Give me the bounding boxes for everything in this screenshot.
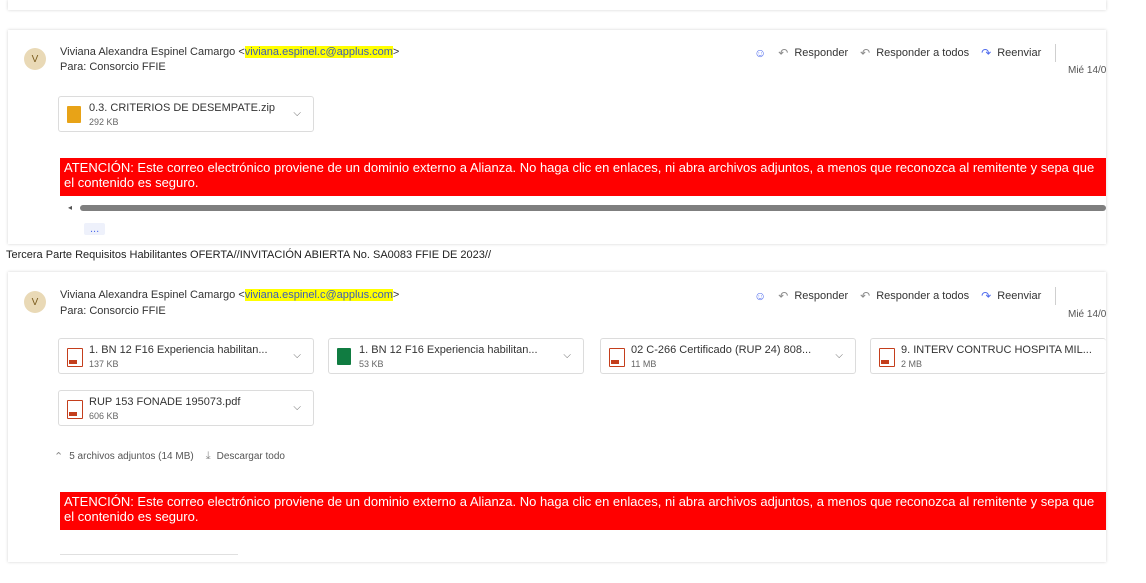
emoji-reaction-icon[interactable]: ☺ (754, 46, 766, 60)
sender-email[interactable]: viviana.espinel.c@applus.com (244, 289, 393, 301)
pdf-file-icon (67, 400, 83, 419)
attachment-size: 137 KB (89, 359, 119, 369)
attachment-size: 53 KB (359, 359, 384, 369)
toolbar-divider (1055, 287, 1057, 305)
sender-name: Viviana Alexandra Espinel Camargo < (60, 46, 245, 58)
reply-icon: ↶ (778, 289, 789, 303)
attachment-size: 2 MB (901, 359, 923, 369)
attachment-name: RUP 153 FONADE 195073.pdf (89, 396, 241, 408)
sender[interactable]: Viviana Alexandra Espinel Camargo <vivia… (60, 289, 399, 301)
chevron-down-icon[interactable]: ⌵ (835, 350, 843, 361)
reply-icon: ↶ (778, 46, 789, 60)
message-actions: ☺ ↶ Responder ↶ Responder a todos ↷ Reenvia… (754, 44, 1057, 62)
reply-all-label: Responder a todos (876, 290, 970, 302)
message-date: Mié 14/0 (1068, 309, 1107, 320)
attachment-name: 0.3. CRITERIOS DE DESEMPATE.zip (89, 102, 276, 114)
external-sender-warning: ATENCIÓN: Este correo electrónico provie… (60, 492, 1106, 530)
reply-button[interactable]: ↶ Responder (778, 289, 848, 303)
recipient: Para: Consorcio FFIE (60, 305, 166, 317)
email-message-1: V Viviana Alexandra Espinel Camargo <viv… (8, 30, 1106, 244)
reply-all-label: Responder a todos (876, 47, 970, 59)
reply-label: Responder (794, 47, 849, 59)
zip-file-icon (67, 106, 81, 123)
download-icon: ⤓ (205, 450, 211, 462)
attachment-name: 02 C-266 Certificado (RUP 24) 808... (631, 344, 812, 356)
forward-icon: ↷ (981, 46, 992, 60)
attachment-card[interactable]: 0.3. CRITERIOS DE DESEMPATE.zip 292 KB ⌵ (58, 96, 314, 132)
sender[interactable]: Viviana Alexandra Espinel Camargo <vivia… (60, 46, 399, 58)
attachment-card[interactable]: 02 C-266 Certificado (RUP 24) 808... 11 … (600, 338, 856, 374)
attachment-name: 9. INTERV CONTRUC HOSPITA MIL... (901, 344, 1092, 356)
excel-file-icon (337, 348, 351, 365)
reply-all-button[interactable]: ↶ Responder a todos (860, 46, 969, 60)
pdf-file-icon (609, 348, 625, 367)
conversation-subject: Tercera Parte Requisitos Habilitantes OF… (6, 249, 492, 261)
sender-name: Viviana Alexandra Espinel Camargo < (60, 289, 245, 301)
reply-button[interactable]: ↶ Responder (778, 46, 848, 60)
attachments-summary: ⌃ 5 archivos adjuntos (14 MB) ⤓ Descarga… (54, 450, 285, 463)
attachments-count[interactable]: 5 archivos adjuntos (14 MB) (69, 451, 194, 462)
attachment-card[interactable]: 9. INTERV CONTRUC HOSPITA MIL... 2 MB (870, 338, 1106, 374)
external-sender-warning: ATENCIÓN: Este correo electrónico provie… (60, 158, 1106, 196)
emoji-reaction-icon[interactable]: ☺ (754, 289, 766, 303)
divider (60, 554, 238, 555)
reply-all-icon: ↶ (860, 46, 871, 60)
show-more-button[interactable]: ... (84, 223, 106, 235)
attachment-name: 1. BN 12 F16 Experiencia habilitan... (89, 344, 268, 356)
attachment-name: 1. BN 12 F16 Experiencia habilitan... (359, 344, 538, 356)
sender-close: > (392, 46, 400, 58)
message-actions: ☺ ↶ Responder ↶ Responder a todos ↷ Reenvia… (754, 287, 1057, 305)
toolbar-divider (1055, 44, 1057, 62)
pdf-file-icon (67, 348, 83, 367)
sender-email[interactable]: viviana.espinel.c@applus.com (244, 46, 393, 58)
scroll-left-icon[interactable]: ◂ (68, 203, 72, 212)
chevron-down-icon[interactable]: ⌵ (563, 350, 571, 361)
horizontal-scrollbar[interactable] (80, 205, 1106, 211)
chevron-down-icon[interactable]: ⌵ (293, 402, 301, 413)
avatar[interactable]: V (24, 48, 46, 70)
download-all-button[interactable]: Descargar todo (217, 451, 285, 462)
reply-all-button[interactable]: ↶ Responder a todos (860, 289, 969, 303)
attachment-card[interactable]: 1. BN 12 F16 Experiencia habilitan... 53… (328, 338, 584, 374)
email-message-2: V Viviana Alexandra Espinel Camargo <viv… (8, 272, 1106, 562)
recipient: Para: Consorcio FFIE (60, 61, 166, 73)
chevron-down-icon[interactable]: ⌵ (293, 350, 301, 361)
attachment-card[interactable]: 1. BN 12 F16 Experiencia habilitan... 13… (58, 338, 314, 374)
message-date: Mié 14/0 (1068, 65, 1107, 76)
reply-label: Responder (794, 290, 849, 302)
forward-button[interactable]: ↷ Reenviar (981, 289, 1041, 303)
pdf-file-icon (879, 348, 895, 367)
sender-close: > (392, 289, 400, 301)
attachment-size: 11 MB (631, 359, 657, 369)
forward-label: Reenviar (997, 290, 1042, 302)
attachment-size: 292 KB (89, 117, 119, 127)
chevron-down-icon[interactable]: ⌵ (293, 108, 301, 119)
previous-message-panel (8, 0, 1106, 10)
reply-all-icon: ↶ (860, 289, 871, 303)
attachment-card[interactable]: RUP 153 FONADE 195073.pdf 606 KB ⌵ (58, 390, 314, 426)
avatar[interactable]: V (24, 291, 46, 313)
collapse-attachments-icon[interactable]: ⌃ (54, 450, 63, 463)
attachment-size: 606 KB (89, 411, 119, 421)
forward-icon: ↷ (981, 289, 992, 303)
forward-button[interactable]: ↷ Reenviar (981, 46, 1041, 60)
forward-label: Reenviar (997, 47, 1042, 59)
